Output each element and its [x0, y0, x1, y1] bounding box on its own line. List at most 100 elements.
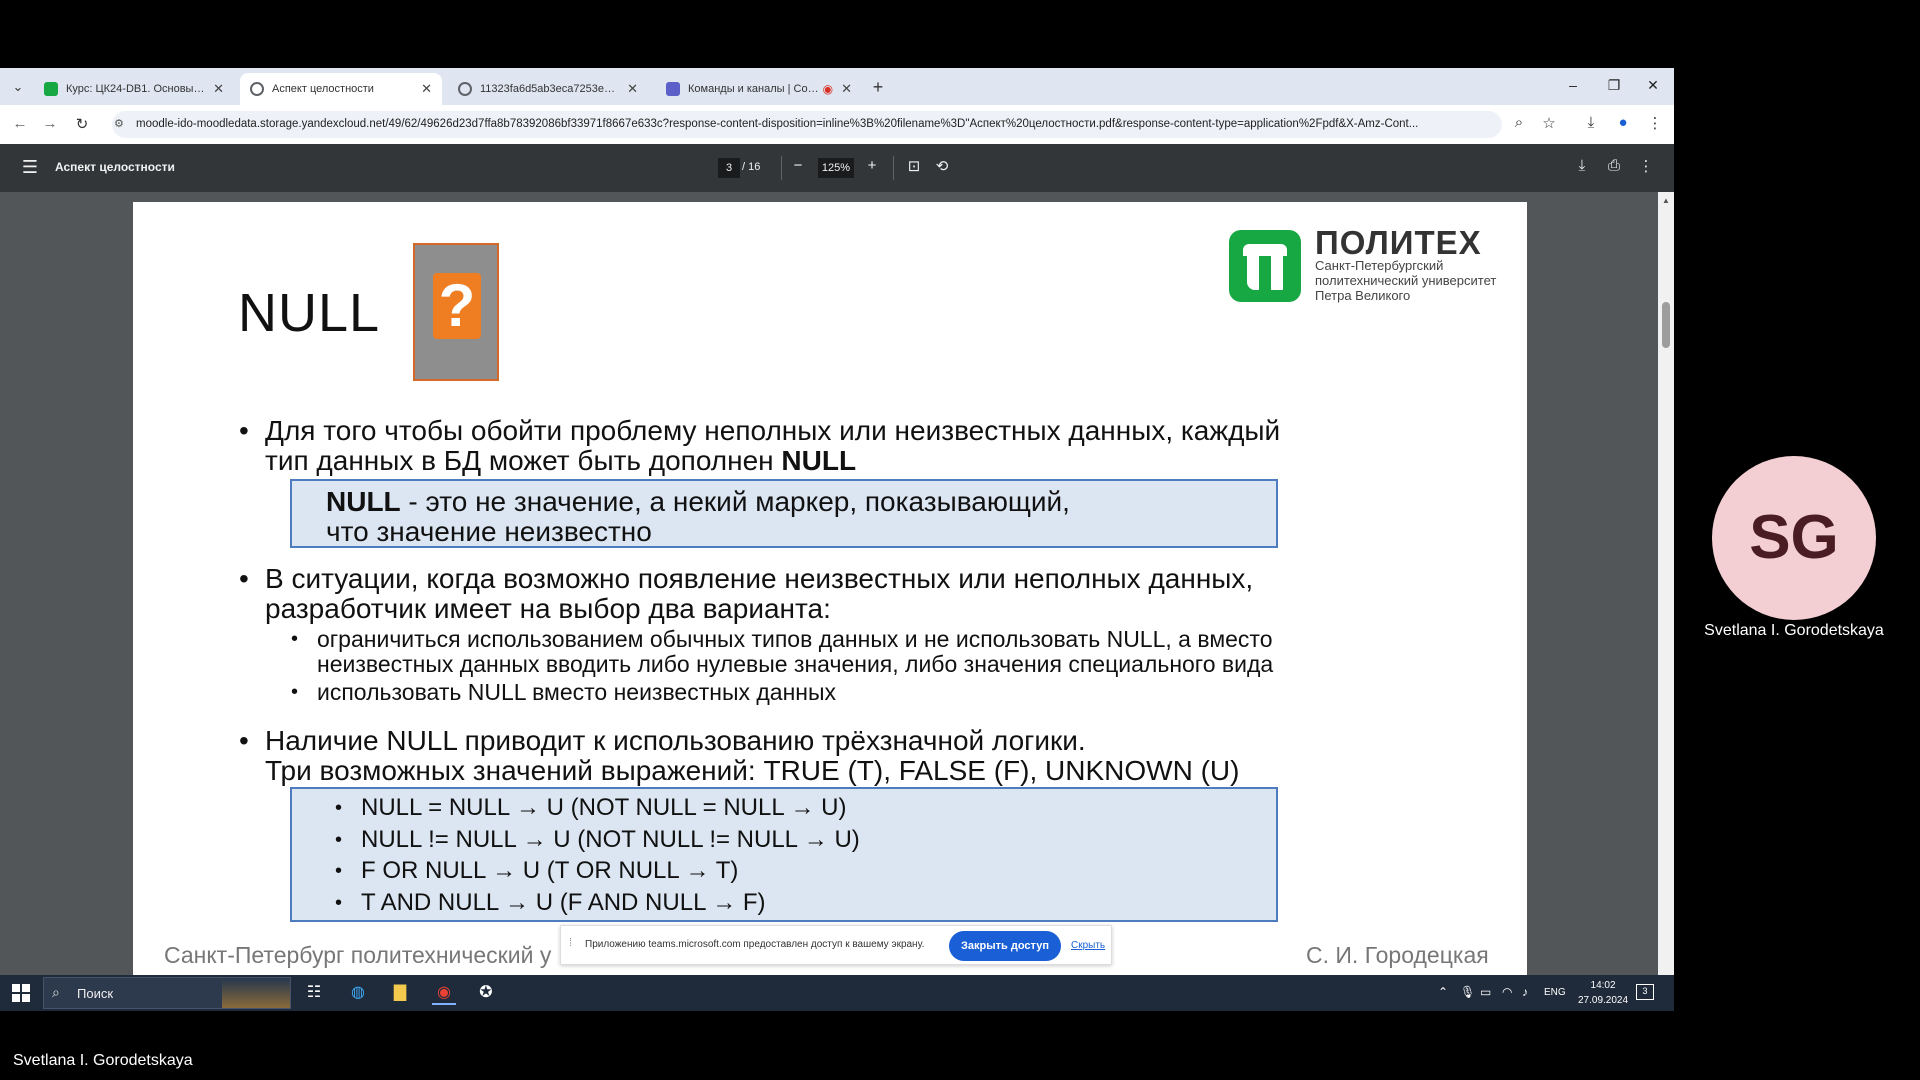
site-info-icon[interactable]: ⚙	[114, 117, 124, 130]
pdf-more-icon[interactable]: ⋮	[1636, 157, 1656, 175]
globe-icon	[458, 82, 472, 96]
share-notice: Приложению teams.microsoft.com предостав…	[585, 939, 925, 950]
chrome-icon[interactable]: ◉	[432, 981, 456, 1005]
minimize-icon[interactable]: –	[1563, 77, 1583, 93]
globe-icon	[250, 82, 264, 96]
slide-title: NULL	[238, 283, 381, 343]
logo-name: ПОЛИТЕХ	[1315, 224, 1482, 261]
browser-menu-icon[interactable]: ⋮	[1644, 114, 1666, 132]
tab-integrity-aspect[interactable]: Аспект целостности ✕	[240, 73, 442, 105]
bullet-line: В ситуации, когда возможно появление неи…	[265, 563, 1254, 594]
question-mark-image: ?	[413, 243, 499, 381]
hamburger-menu-icon[interactable]: ☰	[20, 157, 40, 178]
reload-icon[interactable]: ↻	[72, 115, 92, 133]
logo-subtitle-line: политехнический университет	[1315, 273, 1497, 288]
close-tab-icon[interactable]: ✕	[841, 81, 852, 97]
bullet-line: использовать NULL вместо неизвестных дан…	[317, 679, 837, 705]
windows-start-icon[interactable]	[12, 984, 30, 1002]
tab-teams-meeting[interactable]: Команды и каналы | Собрание ◉ ✕	[656, 73, 862, 105]
toolbar-divider	[781, 156, 782, 180]
taskbar-search[interactable]: ⌕ Поиск	[43, 977, 291, 1009]
sub-bullet-option-2: • использовать NULL вместо неизвестных д…	[291, 679, 837, 705]
fit-page-icon[interactable]: ⊡	[904, 157, 924, 175]
tab-title: Аспект целостности	[272, 83, 374, 95]
bullet-line: Наличие NULL приводит к использованию тр…	[265, 725, 1086, 756]
close-tab-icon[interactable]: ✕	[627, 81, 638, 97]
recording-icon: ◉	[822, 82, 834, 96]
hide-link[interactable]: Скрыть	[1071, 940, 1105, 951]
new-tab-button[interactable]: +	[868, 77, 888, 98]
bullet-icon: •	[335, 860, 343, 882]
close-tab-icon[interactable]: ✕	[213, 81, 224, 97]
scroll-up-icon[interactable]: ▲	[1662, 196, 1670, 205]
wifi-icon[interactable]: ◠	[1502, 985, 1512, 999]
bullet-developer-options: • В ситуации, когда возможно появление н…	[239, 563, 1254, 624]
restore-icon[interactable]: ❐	[1604, 77, 1624, 94]
tab-storage-link[interactable]: 11323fa6d5ab3eca7253e5f5f7e... ✕	[448, 73, 648, 105]
bullet-icon: •	[239, 725, 249, 756]
zoom-out-icon[interactable]: −	[788, 157, 808, 174]
shared-screen: ⌄ Курс: ЦК24-DB1. Основы проектирования …	[0, 68, 1674, 1011]
toolbar-divider	[893, 156, 894, 180]
edge-icon[interactable]: ◍	[346, 981, 370, 1005]
zoom-icon[interactable]: ⌕	[1508, 114, 1530, 131]
logic-rule: • NULL = NULL → U (NOT NULL = NULL → U)	[335, 794, 847, 821]
question-mark-icon: ?	[433, 273, 481, 339]
scroll-thumb[interactable]	[1662, 302, 1670, 348]
bullet-icon: •	[291, 681, 299, 703]
participant-avatar: SG	[1712, 456, 1876, 620]
pdf-scrollbar[interactable]: ▲ ▼	[1658, 192, 1674, 1011]
logic-rule: • T AND NULL → U (F AND NULL → F)	[335, 889, 766, 916]
screen-share-bar: ⁞ Приложению teams.microsoft.com предост…	[560, 925, 1112, 965]
bullet-line: Три возможных значений выражений: TRUE (…	[265, 755, 1240, 786]
browser-tab-strip: ⌄ Курс: ЦК24-DB1. Основы проектирования …	[0, 68, 1674, 105]
tab-course[interactable]: Курс: ЦК24-DB1. Основы проектирования ба…	[34, 73, 234, 105]
rotate-icon[interactable]: ⟲	[932, 157, 952, 175]
sub-bullet-option-1: • ограничиться использованием обычных ти…	[291, 626, 1273, 677]
zoom-input[interactable]: 125%	[818, 158, 854, 178]
file-explorer-icon[interactable]: ▇	[388, 981, 412, 1005]
bullet-null-intro: • Для того чтобы обойти проблему неполны…	[239, 415, 1281, 476]
notification-center-icon[interactable]: 3	[1636, 984, 1654, 1000]
download-icon[interactable]: ⤓	[1580, 114, 1602, 131]
page-number-input[interactable]: 3	[718, 158, 740, 178]
browser-toolbar: ← → ↻ moodle-ido-moodledata.storage.yand…	[0, 105, 1674, 144]
bullet-icon: •	[335, 797, 343, 819]
profile-icon[interactable]: ●	[1612, 114, 1634, 131]
bullet-line: Для того чтобы обойти проблему неполных …	[265, 415, 1281, 446]
clock-date: 27.09.2024	[1578, 995, 1629, 1006]
search-icon: ⌕	[52, 984, 60, 1000]
language-indicator[interactable]: ENG	[1544, 987, 1566, 998]
bullet-line: тип данных в БД может быть дополнен NULL	[265, 445, 857, 476]
bookmark-star-icon[interactable]: ☆	[1538, 114, 1560, 132]
tab-title: Команды и каналы | Собрание	[688, 83, 819, 95]
teams-icon	[666, 82, 680, 96]
logic-rule: • F OR NULL → U (T OR NULL → T)	[335, 857, 739, 884]
battery-icon[interactable]: ▭	[1480, 985, 1491, 999]
app-icon[interactable]: ✪	[474, 981, 498, 1005]
volume-icon[interactable]: ♪	[1522, 985, 1528, 999]
bullet-icon: •	[335, 829, 343, 851]
tab-search-chevron-icon[interactable]: ⌄	[8, 77, 28, 97]
logo-subtitle: Санкт-Петербургский политехнический унив…	[1315, 258, 1496, 303]
tab-title: Курс: ЦК24-DB1. Основы проектирования ба…	[66, 83, 205, 95]
forward-icon[interactable]: →	[40, 115, 60, 132]
pdf-download-icon[interactable]: ⤓	[1572, 157, 1592, 174]
bullet-three-valued-logic: • Наличие NULL приводит к использованию …	[239, 725, 1240, 786]
back-icon[interactable]: ←	[10, 115, 30, 132]
task-view-icon[interactable]: ☷	[302, 981, 326, 1005]
windows-taskbar: ⌕ Поиск ☷ ◍ ▇ ◉ ✪ ⌃ 🎙 ▭ ◠ ♪ ENG 14:02 27…	[0, 975, 1674, 1011]
drag-handle-icon[interactable]: ⁞	[569, 937, 572, 949]
stop-sharing-button[interactable]: Закрыть доступ	[949, 931, 1061, 961]
tray-overflow-icon[interactable]: ⌃	[1438, 985, 1448, 999]
microphone-icon[interactable]: 🎙	[1460, 985, 1475, 999]
print-icon[interactable]: ⎙	[1604, 157, 1624, 174]
zoom-in-icon[interactable]: +	[862, 157, 882, 174]
close-window-icon[interactable]: ✕	[1643, 77, 1663, 94]
bullet-line: ограничиться использованием обычных типо…	[317, 626, 1273, 652]
null-definition: NULL - это не значение, а некий маркер, …	[326, 487, 1070, 547]
taskbar-clock[interactable]: 14:02 27.09.2024	[1578, 978, 1628, 1008]
logo-subtitle-line: Санкт-Петербургский	[1315, 258, 1444, 273]
address-bar[interactable]: moodle-ido-moodledata.storage.yandexclou…	[112, 111, 1502, 138]
close-tab-icon[interactable]: ✕	[421, 81, 432, 97]
